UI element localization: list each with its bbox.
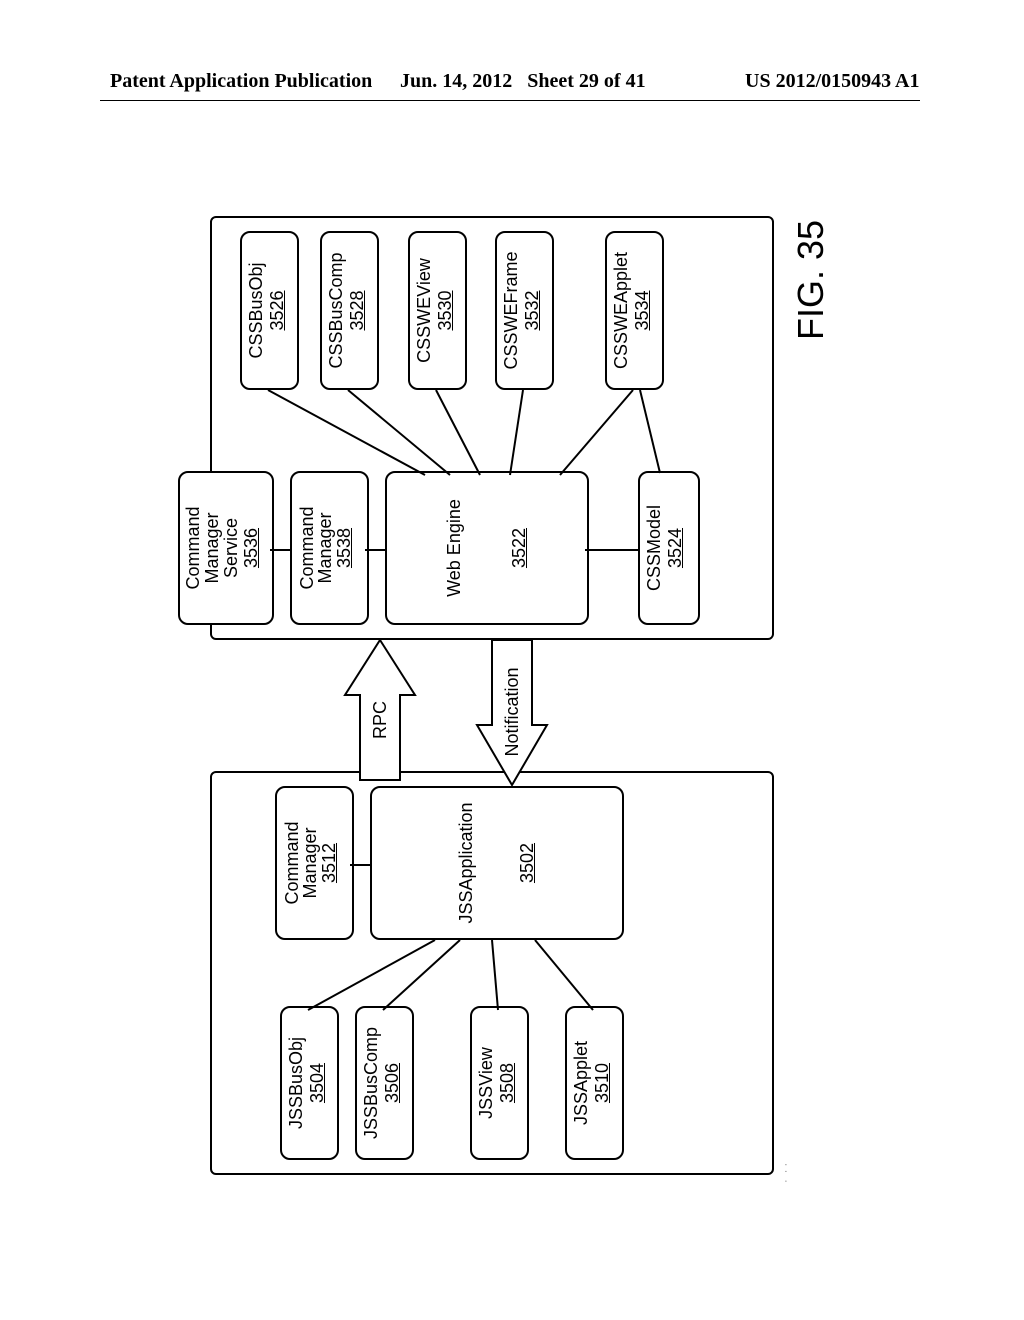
css-bus-comp-num: 3528 xyxy=(347,233,372,388)
jss-bus-comp: JSSBusComp 3506 xyxy=(355,1006,414,1160)
jss-cmd-mgr-title: Command Manager xyxy=(277,788,319,938)
srv-cmd-mgr-num: 3538 xyxy=(334,473,359,623)
jss-bus-comp-title: JSSBusComp xyxy=(357,1008,382,1158)
jss-view-title: JSSView xyxy=(472,1008,497,1158)
css-swe-frame: CSSWEFrame 3532 xyxy=(495,231,554,390)
header-left: Patent Application Publication xyxy=(110,70,372,93)
server-command-manager: Command Manager 3538 xyxy=(290,471,369,625)
css-bus-comp-title: CSSBusComp xyxy=(322,233,347,388)
css-bus-obj-num: 3526 xyxy=(267,233,292,388)
jss-app-title: JSSApplication xyxy=(452,788,477,938)
css-swe-applet-num: 3534 xyxy=(632,233,657,388)
jss-applet-num: 3510 xyxy=(592,1008,617,1158)
jss-bus-obj-num: 3504 xyxy=(307,1008,332,1158)
srv-cmd-mgr-title: Command Manager xyxy=(292,473,334,623)
jss-bus-comp-num: 3506 xyxy=(382,1008,407,1158)
jss-cmd-mgr-num: 3512 xyxy=(319,788,344,938)
command-manager-service: Command Manager Service 3536 xyxy=(178,471,274,625)
jss-application: JSSApplication 3502 xyxy=(370,786,624,940)
jss-applet-title: JSSApplet xyxy=(567,1008,592,1158)
diagram-stage: JSSBusObj 3504 JSSBusComp 3506 JSSView 3… xyxy=(140,515,1024,1195)
header-date-sheet: Jun. 14, 2012 Sheet 29 of 41 xyxy=(400,70,646,93)
css-swe-view-num: 3530 xyxy=(435,233,460,388)
jss-command-manager: Command Manager 3512 xyxy=(275,786,354,940)
header-rule xyxy=(100,100,920,101)
css-swe-view-title: CSSWEView xyxy=(410,233,435,388)
css-swe-applet-title: CSSWEApplet xyxy=(607,233,632,388)
jss-bus-obj-title: JSSBusObj xyxy=(282,1008,307,1158)
scan-noise: · · · xyxy=(780,1163,792,1183)
jss-bus-obj: JSSBusObj 3504 xyxy=(280,1006,339,1160)
css-model-num: 3524 xyxy=(665,473,690,623)
css-swe-view: CSSWEView 3530 xyxy=(408,231,467,390)
header-pubno: US 2012/0150943 A1 xyxy=(745,70,919,93)
css-bus-obj: CSSBusObj 3526 xyxy=(240,231,299,390)
cmd-mgr-svc-title: Command Manager Service xyxy=(180,473,241,623)
css-bus-obj-title: CSSBusObj xyxy=(242,233,267,388)
jss-applet: JSSApplet 3510 xyxy=(565,1006,624,1160)
css-bus-comp: CSSBusComp 3528 xyxy=(320,231,379,390)
header-sheet: Sheet 29 of 41 xyxy=(527,70,645,92)
css-swe-frame-title: CSSWEFrame xyxy=(497,233,522,388)
jss-view-num: 3508 xyxy=(497,1008,522,1158)
notification-label: Notification xyxy=(502,657,523,767)
jss-app-num: 3502 xyxy=(517,788,542,938)
css-model: CSSModel 3524 xyxy=(638,471,700,625)
jss-view: JSSView 3508 xyxy=(470,1006,529,1160)
css-swe-frame-num: 3532 xyxy=(522,233,547,388)
web-engine: Web Engine 3522 xyxy=(385,471,589,625)
web-engine-num: 3522 xyxy=(509,473,534,623)
css-model-title: CSSModel xyxy=(640,473,665,623)
cmd-mgr-svc-num: 3536 xyxy=(241,473,266,623)
header-date: Jun. 14, 2012 xyxy=(400,70,512,92)
css-swe-applet: CSSWEApplet 3534 xyxy=(605,231,664,390)
rpc-label: RPC xyxy=(370,690,391,750)
web-engine-title: Web Engine xyxy=(440,473,465,623)
figure-label: FIG. 35 xyxy=(790,220,832,340)
